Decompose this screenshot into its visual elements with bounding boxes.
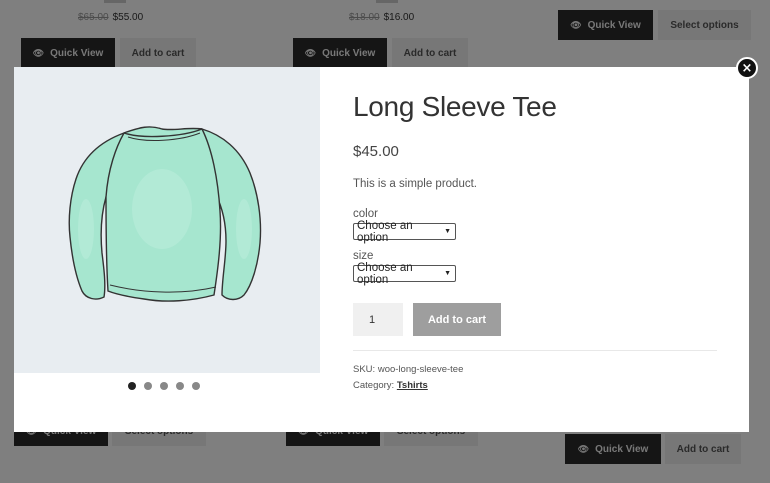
product-summary: Long Sleeve Tee $45.00 This is a simple … — [353, 91, 717, 394]
product-meta: SKU: woo-long-sleeve-tee Category: Tshir… — [353, 362, 717, 394]
gallery-dot[interactable] — [176, 382, 184, 390]
color-select[interactable]: Choose an option ▼ — [353, 220, 456, 244]
add-to-cart-button[interactable]: Add to cart — [413, 303, 501, 336]
select-value: Choose an option — [357, 219, 413, 244]
gallery-dots — [128, 382, 200, 390]
product-price: $45.00 — [353, 143, 399, 160]
product-image — [14, 67, 320, 373]
gallery-dot[interactable] — [128, 382, 136, 390]
quantity-input[interactable]: 1 — [353, 303, 403, 336]
add-to-cart-row: 1 Add to cart — [353, 303, 717, 336]
quick-view-modal: Long Sleeve Tee $45.00 This is a simple … — [14, 67, 749, 432]
product-title: Long Sleeve Tee — [353, 91, 557, 122]
caret-down-icon: ▼ — [444, 228, 451, 235]
close-icon[interactable]: × — [736, 57, 758, 79]
product-description: This is a simple product. — [353, 178, 477, 190]
category-link[interactable]: Tshirts — [397, 380, 428, 391]
select-value: Choose an option — [357, 261, 413, 286]
caret-down-icon: ▼ — [444, 270, 451, 277]
long-sleeve-shirt-icon — [68, 126, 262, 302]
attribute-label-size: size — [353, 250, 374, 262]
gallery-dot[interactable] — [192, 382, 200, 390]
category-line: Category: Tshirts — [353, 380, 428, 391]
size-select[interactable]: Choose an option ▼ — [353, 262, 456, 286]
sku-line: SKU: woo-long-sleeve-tee — [353, 364, 464, 375]
attribute-label-color: color — [353, 208, 378, 220]
sku-value: woo-long-sleeve-tee — [377, 364, 464, 375]
gallery-dot[interactable] — [144, 382, 152, 390]
divider — [353, 350, 717, 351]
gallery-dot[interactable] — [160, 382, 168, 390]
